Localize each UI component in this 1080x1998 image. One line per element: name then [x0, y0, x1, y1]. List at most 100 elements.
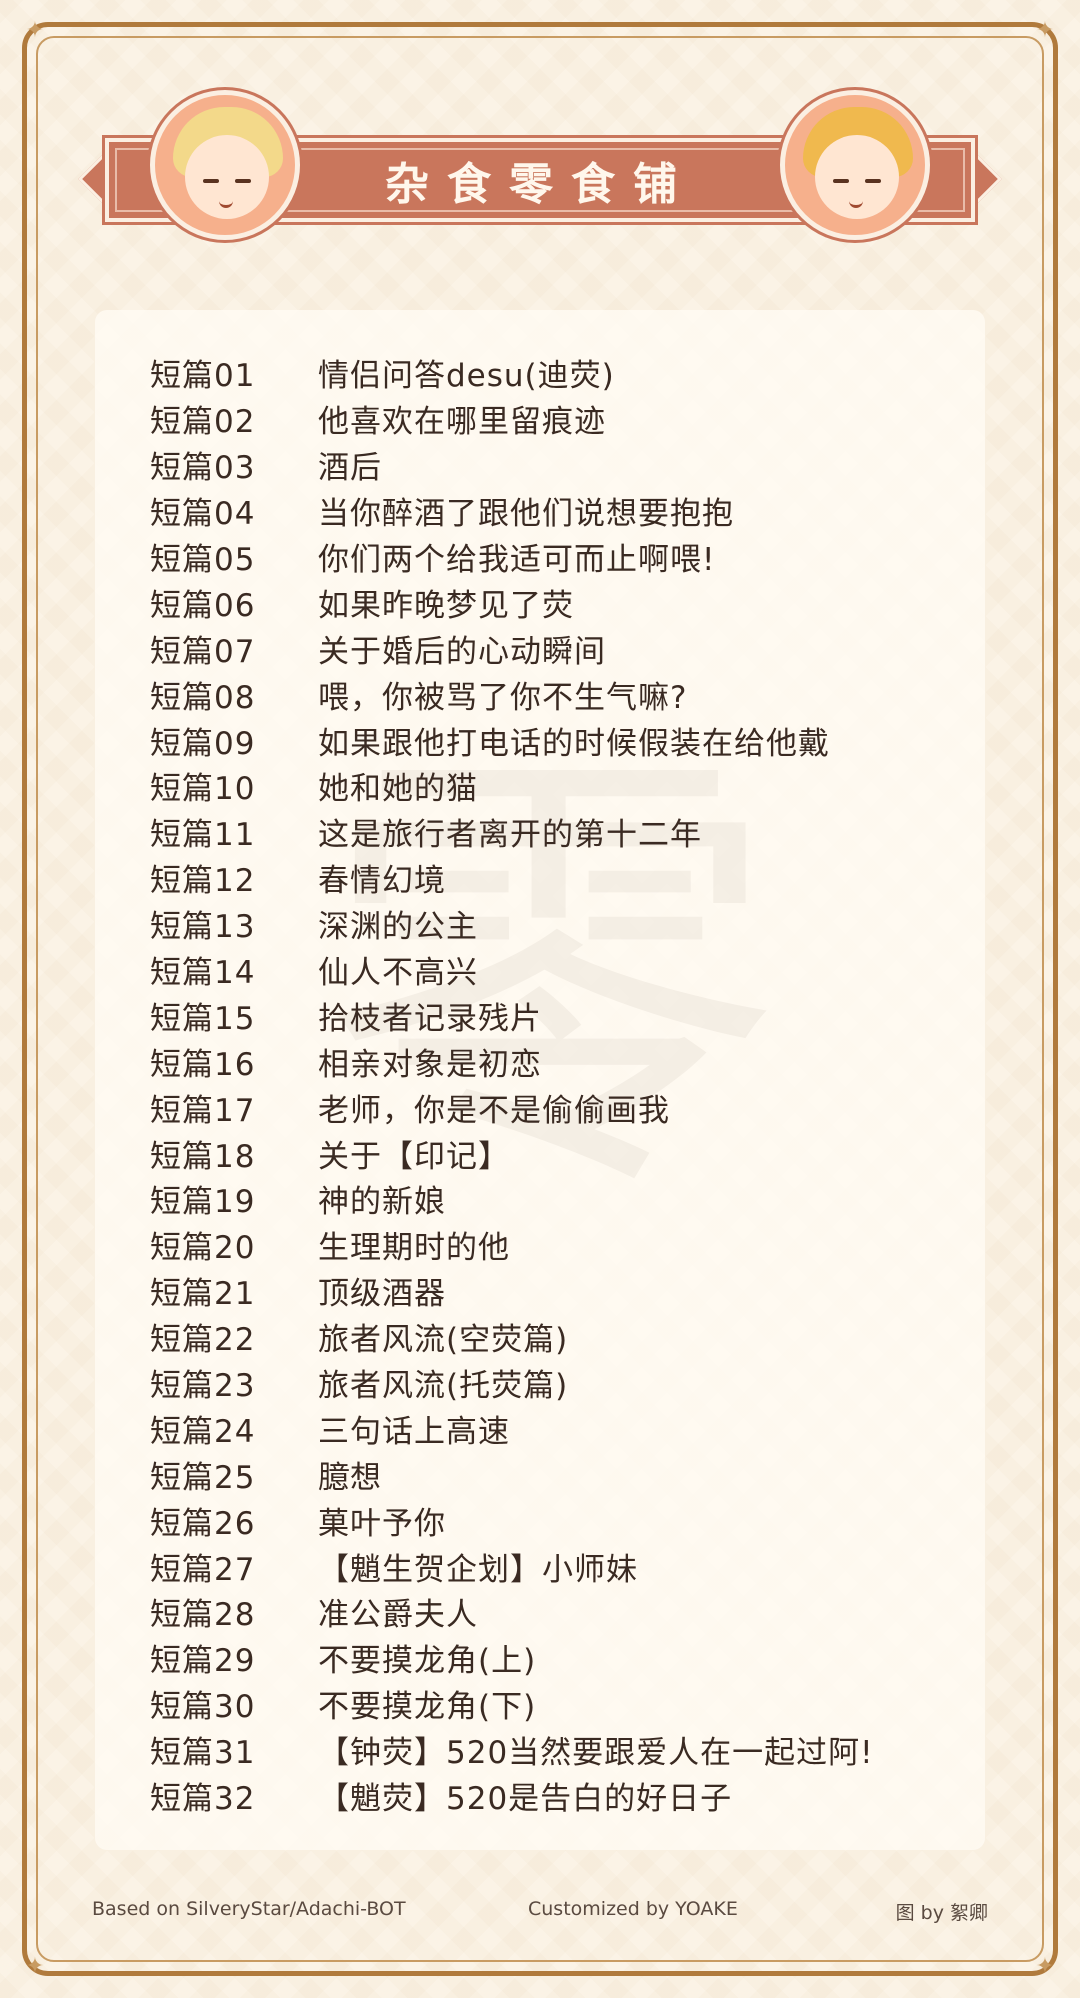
story-number: 短篇13: [150, 909, 256, 946]
sparkle-icon: ✦: [1035, 18, 1055, 43]
story-number: 短篇22: [150, 1322, 256, 1359]
story-number: 短篇10: [150, 771, 256, 808]
story-number: 短篇12: [150, 863, 256, 900]
story-number: 短篇30: [150, 1689, 256, 1726]
story-number: 短篇09: [150, 725, 256, 762]
list-item[interactable]: 短篇29 不要摸龙角(上): [150, 1635, 874, 1681]
aether-avatar: [780, 90, 930, 240]
list-item[interactable]: 短篇30 不要摸龙角(下): [150, 1681, 874, 1727]
list-item[interactable]: 短篇10 她和她的猫: [150, 763, 874, 809]
story-number: 短篇29: [150, 1643, 256, 1680]
list-item[interactable]: 短篇14 仙人不高兴: [150, 947, 874, 993]
story-number: 短篇05: [150, 542, 256, 578]
story-number: 短篇06: [150, 587, 256, 624]
list-item[interactable]: 短篇01 情侣问答desu(迪荧): [150, 350, 874, 396]
story-title: 这是旅行者离开的第十二年: [318, 817, 702, 854]
footer-credit-right: 图 by 絮卿: [895, 1902, 988, 1924]
footer-credit-center: Customized by YOAKE: [528, 1898, 738, 1920]
story-title: 顶级酒器: [318, 1276, 446, 1313]
list-item[interactable]: 短篇25 臆想: [150, 1451, 874, 1497]
story-number: 短篇15: [150, 1000, 256, 1037]
story-title: 他喜欢在哪里留痕迹: [318, 404, 606, 441]
sparkle-icon: ✦: [25, 18, 45, 43]
story-title: 准公爵夫人: [318, 1597, 478, 1634]
story-title: 如果昨晚梦见了荧: [318, 587, 574, 624]
story-title: 酒后: [318, 450, 382, 487]
story-number: 短篇08: [150, 679, 256, 716]
story-title: 你们两个给我适可而止啊喂!: [318, 542, 716, 578]
list-item[interactable]: 短篇03 酒后: [150, 442, 874, 488]
list-item[interactable]: 短篇13 深渊的公主: [150, 901, 874, 947]
story-title: 拾枝者记录残片: [318, 1000, 542, 1037]
story-title: 情侣问答desu(迪荧): [318, 358, 615, 395]
list-item[interactable]: 短篇11 这是旅行者离开的第十二年: [150, 809, 874, 855]
story-title: 旅者风流(空荧篇): [318, 1322, 569, 1359]
story-title: 三句话上高速: [318, 1413, 510, 1450]
story-title: 关于婚后的心动瞬间: [318, 633, 606, 670]
list-item[interactable]: 短篇18 关于【印记】: [150, 1130, 874, 1176]
story-number: 短篇07: [150, 633, 256, 670]
list-item[interactable]: 短篇27 【魈生贺企划】小师妹: [150, 1543, 874, 1589]
story-title: 春情幻境: [318, 863, 446, 900]
list-item[interactable]: 短篇20 生理期时的他: [150, 1222, 874, 1268]
sparkle-icon: ✦: [1035, 1954, 1055, 1979]
story-title: 旅者风流(托荧篇): [318, 1368, 569, 1405]
list-item[interactable]: 短篇17 老师，你是不是偷偷画我: [150, 1084, 874, 1130]
story-title: 如果跟他打电话的时候假装在给他戴: [318, 725, 830, 762]
list-item[interactable]: 短篇23 旅者风流(托荧篇): [150, 1360, 874, 1406]
story-number: 短篇27: [150, 1551, 256, 1588]
story-title: 她和她的猫: [318, 771, 478, 808]
list-item[interactable]: 短篇28 准公爵夫人: [150, 1589, 874, 1635]
list-item[interactable]: 短篇21 顶级酒器: [150, 1268, 874, 1314]
story-number: 短篇32: [150, 1781, 256, 1818]
story-number: 短篇18: [150, 1138, 256, 1175]
story-number: 短篇20: [150, 1230, 256, 1267]
story-number: 短篇14: [150, 955, 256, 992]
list-item[interactable]: 短篇07 关于婚后的心动瞬间: [150, 625, 874, 671]
story-number: 短篇31: [150, 1735, 256, 1772]
list-item[interactable]: 短篇06 如果昨晚梦见了荧: [150, 579, 874, 625]
list-item[interactable]: 短篇31 【钟荧】520当然要跟爱人在一起过阿!: [150, 1727, 874, 1773]
list-item[interactable]: 短篇26 菓叶予你: [150, 1497, 874, 1543]
footer-credit-left: Based on SilveryStar/Adachi-BOT: [92, 1898, 406, 1920]
story-number: 短篇28: [150, 1597, 256, 1634]
story-title: 不要摸龙角(上): [318, 1643, 537, 1680]
story-number: 短篇01: [150, 358, 256, 395]
story-title: 臆想: [318, 1459, 382, 1496]
list-item[interactable]: 短篇15 拾枝者记录残片: [150, 992, 874, 1038]
story-title: 不要摸龙角(下): [318, 1689, 537, 1726]
story-title: 神的新娘: [318, 1184, 446, 1221]
sparkle-icon: ✦: [25, 1954, 45, 1979]
lumine-avatar: [150, 90, 300, 240]
story-number: 短篇16: [150, 1046, 256, 1083]
list-item[interactable]: 短篇08 喂，你被骂了你不生气嘛?: [150, 671, 874, 717]
story-title: 关于【印记】: [318, 1138, 510, 1175]
list-item[interactable]: 短篇16 相亲对象是初恋: [150, 1038, 874, 1084]
story-title: 深渊的公主: [318, 909, 478, 946]
story-title: 生理期时的他: [318, 1230, 510, 1267]
list-item[interactable]: 短篇05 你们两个给我适可而止啊喂!: [150, 534, 874, 580]
story-number: 短篇25: [150, 1459, 256, 1496]
list-item[interactable]: 短篇04 当你醉酒了跟他们说想要抱抱: [150, 488, 874, 534]
list-item[interactable]: 短篇24 三句话上高速: [150, 1405, 874, 1451]
story-number: 短篇21: [150, 1276, 256, 1313]
list-item[interactable]: 短篇12 春情幻境: [150, 855, 874, 901]
story-number: 短篇24: [150, 1413, 256, 1450]
list-item[interactable]: 短篇02 他喜欢在哪里留痕迹: [150, 396, 874, 442]
story-number: 短篇03: [150, 450, 256, 487]
story-title: 老师，你是不是偷偷画我: [318, 1092, 670, 1129]
story-title: 菓叶予你: [318, 1505, 446, 1542]
story-number: 短篇04: [150, 496, 256, 533]
story-title: 仙人不高兴: [318, 955, 478, 992]
story-number: 短篇11: [150, 817, 256, 854]
story-number: 短篇26: [150, 1505, 256, 1542]
list-item[interactable]: 短篇22 旅者风流(空荧篇): [150, 1314, 874, 1360]
list-item[interactable]: 短篇09 如果跟他打电话的时候假装在给他戴: [150, 717, 874, 763]
header-banner: 杂食零食铺: [77, 90, 1003, 240]
story-title: 相亲对象是初恋: [318, 1046, 542, 1083]
story-title: 喂，你被骂了你不生气嘛?: [318, 679, 688, 716]
list-item[interactable]: 短篇32 【魈荧】520是告白的好日子: [150, 1773, 874, 1819]
list-item[interactable]: 短篇19 神的新娘: [150, 1176, 874, 1222]
story-list: 短篇01 情侣问答desu(迪荧) 短篇02 他喜欢在哪里留痕迹短篇03 酒后短篇04 当…: [150, 350, 874, 1819]
story-title: 当你醉酒了跟他们说想要抱抱: [318, 496, 734, 533]
